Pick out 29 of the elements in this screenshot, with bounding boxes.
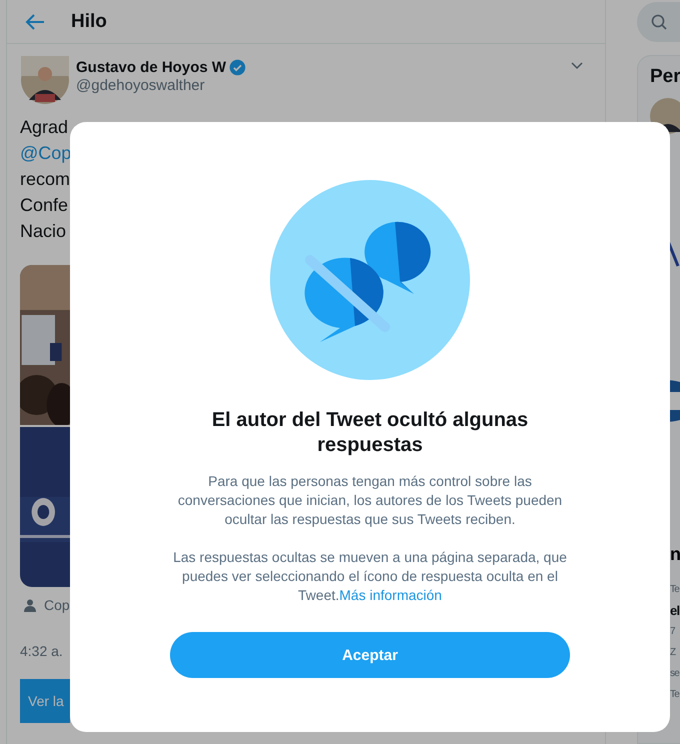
section-title: n [670,544,680,565]
tweet-time: 4:32 a. [20,643,63,659]
person-icon [24,598,36,612]
tagged-user[interactable]: Cop [44,597,70,613]
tweet-text: Agrad [20,116,68,139]
trend-text[interactable]: 7 [670,621,675,642]
dialog-text: Para que las personas tengan más control sobre las conversaciones que inician, los autores de los Tweets pueden ocultar las respuestas que sus Tweets reciben. [176,472,564,529]
chevron-down-icon[interactable] [571,62,583,70]
trend-text[interactable]: se [670,663,680,684]
search-icon [651,14,667,30]
tweet-text: recom [20,168,70,191]
search-field[interactable] [637,2,680,42]
dialog-title: El autor del Tweet ocultó algunas respuestas [210,408,530,458]
tweet-text: Nacio [20,220,66,243]
author-name[interactable]: Gustavo de Hoyos W [76,59,226,76]
trend-text[interactable]: Te [670,579,680,600]
trend-text[interactable]: Te [670,684,680,705]
trend-title[interactable]: el [670,600,680,621]
dialog-text: Las respuestas ocultas se mueven a una página separada, que puedes ver seleccionando el ícono de respuesta oculta en el Tweet.Más información [172,548,568,605]
trend-text[interactable]: Z [670,642,676,663]
learn-more-link[interactable]: Más información [339,587,442,603]
tweet-text: Confe [20,194,68,217]
view-replies-button[interactable]: Ver la [20,679,70,723]
mention-link[interactable]: @Cop [20,140,72,166]
accept-button[interactable]: Aceptar [170,632,570,678]
author-handle[interactable]: @gdehoyoswalther [76,77,246,94]
back-arrow-icon[interactable] [25,14,45,30]
card-title: Per [650,66,680,88]
page-title: Hilo [71,10,107,32]
